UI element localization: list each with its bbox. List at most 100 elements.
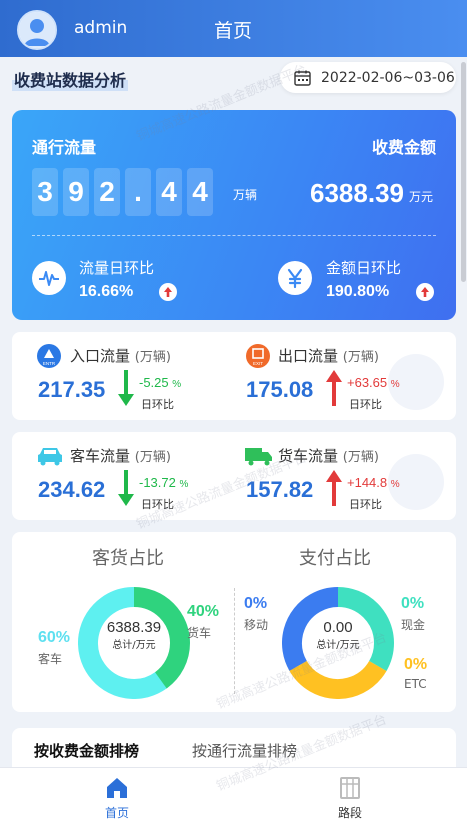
scrollbar[interactable] [461,62,466,282]
user-avatar-icon [19,12,55,48]
page-title: 首页 [214,20,253,42]
cash-pct-label: 现金 [401,618,426,632]
app-header: admin 首页 [0,0,467,57]
arrow-up-icon [326,470,342,506]
passenger-pct: 60% [38,629,71,646]
truck-label-text: 货车流量 [278,447,339,465]
entry-delta: -5.25 % [139,375,181,390]
entry-delta-value: -5.25 [139,375,169,390]
etc-pct-label: ETC [404,677,427,691]
amount-dod-label: 金额日环比 [326,259,402,277]
entry-exit-card: ENTR 入口流量 (万辆) 217.35 -5.25 % 日环比 EXIT 出… [12,332,456,420]
date-range-text: 2022-02-06~03-06 [321,69,455,86]
cargo-total-label: 总计/万元 [112,640,156,651]
truck-pct: 40% [187,603,220,620]
amount-dod-value: 190.80% [326,283,390,300]
ratio-card: 客货占比 支付占比 6388.39 总计/万元 60% 客车 40% 货车 0.… [12,532,456,712]
passenger-delta-value: -13.72 [139,475,176,490]
pulse-icon [32,261,66,295]
vehicle-card: 客车流量 (万辆) 234.62 -13.72 % 日环比 货车流量 (万辆) … [12,432,456,520]
payment-total-label: 总计/万元 [316,640,360,651]
truck-pct-label: 货车 [187,626,212,640]
truck-icon [245,448,272,466]
avatar[interactable] [17,10,57,50]
divider [234,588,235,694]
mobile-pct-label: 移动 [244,618,269,632]
exit-label-text: 出口流量 [278,347,339,365]
cargo-donut-center: 6388.39 总计/万元 [94,619,174,651]
exit-delta-pct: % [390,379,400,390]
traffic-digits: 3 9 2 . 4 4 [32,168,213,216]
truck-unit: (万辆) [342,450,379,465]
passenger-label-text: 客车流量 [70,447,131,465]
truck-delta-value: +144.8 [347,475,388,490]
entry-value: 217.35 [38,377,106,402]
entry-dod-label: 日环比 [141,398,174,411]
section-title: 收费站数据分析 [12,67,129,91]
passenger-unit: (万辆) [134,450,171,465]
amount-label: 收费金额 [371,138,436,157]
payment-ratio-title: 支付占比 [299,548,371,569]
nav-home[interactable]: 首页 [87,776,147,821]
truck-value: 157.82 [246,477,314,502]
entry-delta-pct: % [172,379,182,390]
truck-dod-label: 日环比 [349,498,382,511]
traffic-dod-label: 流量日环比 [79,259,155,277]
arrow-up-icon [159,283,177,301]
arrow-up-icon [416,283,434,301]
digit: 4 [156,168,182,216]
passenger-dod-label: 日环比 [141,498,174,511]
payment-donut-center: 0.00 总计/万元 [298,619,378,651]
digit: 2 [94,168,120,216]
date-range-picker[interactable]: 2022-02-06~03-06 [280,62,456,93]
digit: 9 [63,168,89,216]
entry-icon: ENTR [37,344,61,368]
bottom-nav: 首页 路段 [0,767,467,828]
amount-unit: 万元 [409,190,434,204]
passenger-label: 客车流量 (万辆) [70,445,171,466]
entry-label: 入口流量 (万辆) [70,345,171,366]
passenger-delta: -13.72 % [139,475,188,490]
arrow-down-icon [118,470,134,506]
calendar-icon [294,70,311,86]
traffic-dod-value: 16.66% [79,283,134,300]
exit-unit: (万辆) [342,350,379,365]
payment-total-value: 0.00 [323,619,353,636]
nav-road[interactable]: 路段 [320,776,380,821]
exit-icon-text: EXIT [253,361,263,366]
mobile-pct: 0% [244,595,268,612]
divider [32,235,436,236]
cargo-ratio-title: 客货占比 [92,548,164,569]
yen-icon [278,261,312,295]
tab-rank-by-amount[interactable]: 按收费金额排榜 [34,740,139,761]
tab-rank-by-traffic[interactable]: 按通行流量排榜 [192,740,297,761]
amount-value: 6388.39 [310,178,404,208]
truck-delta-pct: % [390,479,400,490]
digit: 3 [32,168,58,216]
arrow-down-icon [118,370,134,406]
home-icon [107,778,127,798]
traffic-label: 通行流量 [32,138,97,157]
truck-delta: +144.8 % [347,475,400,490]
car-icon [38,448,62,466]
entry-label-text: 入口流量 [70,347,131,365]
truck-label: 货车流量 (万辆) [278,445,379,466]
exit-dod-label: 日环比 [349,398,382,411]
passenger-delta-pct: % [179,479,189,490]
exit-delta: +63.65 % [347,375,400,390]
digit: . [125,168,151,216]
exit-icon: EXIT [246,344,270,368]
username: admin [74,18,128,38]
etc-pct: 0% [404,656,428,673]
cash-pct: 0% [401,595,425,612]
digit: 4 [187,168,213,216]
cargo-total-value: 6388.39 [106,619,162,636]
passenger-value: 234.62 [38,477,106,502]
entry-unit: (万辆) [134,350,171,365]
summary-card: 通行流量 收费金额 3 9 2 . 4 4 万辆 6388.39 万元 流量日环… [12,110,456,320]
traffic-unit: 万辆 [233,188,258,202]
nav-road-label: 路段 [337,806,362,820]
exit-label: 出口流量 (万辆) [278,345,379,366]
arrow-up-icon [326,370,342,406]
exit-value: 175.08 [246,377,314,402]
